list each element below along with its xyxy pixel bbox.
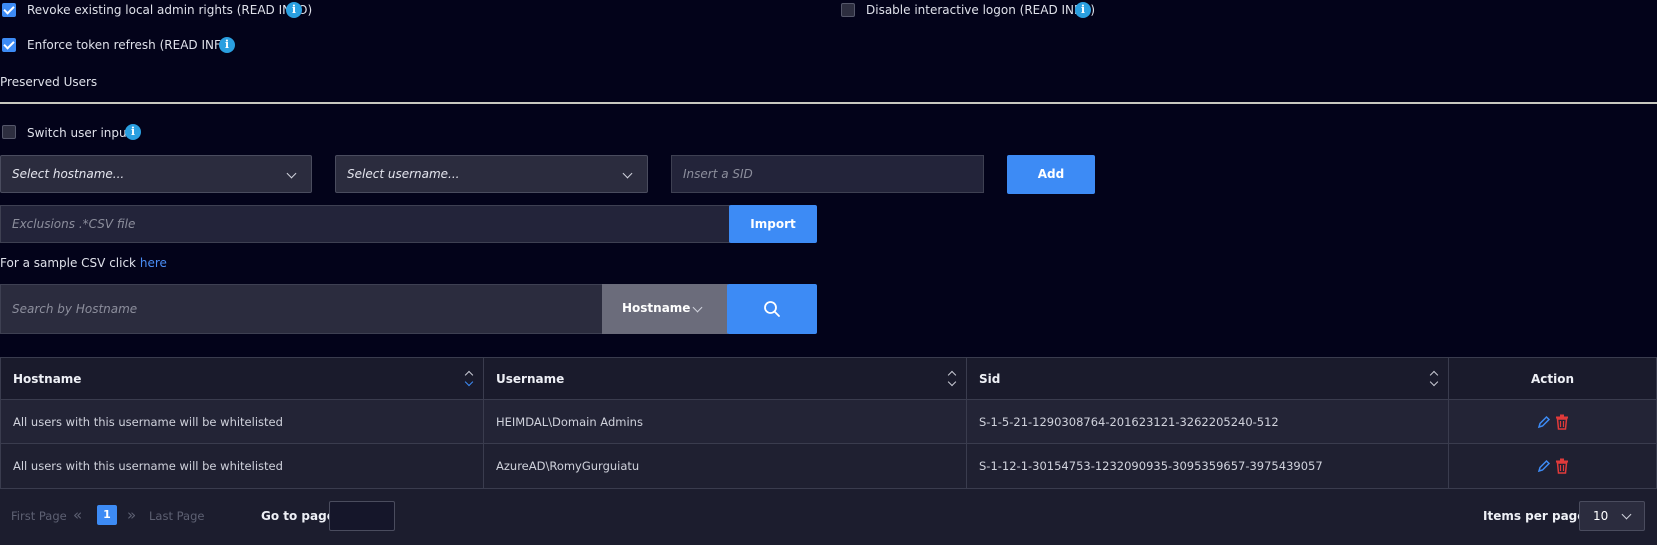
sort-icon[interactable] — [465, 371, 473, 387]
chevron-down-icon — [692, 302, 703, 313]
preserved-users-table: Hostname Username Sid Action All users w… — [0, 357, 1657, 489]
cell-username: AzureAD\RomyGurguiatu — [484, 444, 967, 488]
sid-input[interactable]: Insert a SID — [671, 155, 984, 193]
search-icon — [764, 301, 780, 317]
cell-hostname: All users with this username will be whi… — [1, 444, 484, 488]
sample-csv-prefix: For a sample CSV click — [0, 256, 137, 270]
switch-input-checkbox[interactable] — [2, 125, 16, 139]
hostname-select-placeholder: Select hostname... — [12, 167, 125, 181]
disable-logon-label: Disable interactive logon (READ INFO) — [866, 3, 1096, 17]
column-header-action: Action — [1449, 358, 1656, 399]
token-refresh-checkbox[interactable] — [2, 38, 16, 52]
table-header-row: Hostname Username Sid Action — [1, 358, 1656, 400]
add-button[interactable]: Add — [1007, 155, 1095, 194]
revoke-admin-label: Revoke existing local admin rights (READ… — [27, 3, 313, 17]
chevron-down-icon — [1621, 509, 1632, 520]
items-per-page-value: 10 — [1593, 509, 1609, 523]
csv-file-placeholder: Exclusions .*CSV file — [12, 217, 136, 231]
double-chevron-right-icon[interactable]: » — [127, 506, 136, 524]
cell-sid: S-1-12-1-30154753-1232090935-3095359657-… — [967, 444, 1449, 488]
info-icon[interactable]: i — [125, 124, 141, 140]
search-input-placeholder: Search by Hostname — [12, 302, 138, 316]
csv-file-input[interactable]: Exclusions .*CSV file — [0, 205, 730, 243]
section-title: Preserved Users — [0, 75, 98, 89]
username-select-placeholder: Select username... — [347, 167, 460, 181]
section-divider — [0, 102, 1657, 104]
table-row: All users with this username will be whi… — [1, 444, 1656, 488]
switch-input-label: Switch user input — [27, 126, 132, 140]
pagination-bar: First Page « 1 » Last Page Go to page: I… — [0, 489, 1657, 545]
token-refresh-label: Enforce token refresh (READ INFO) — [27, 38, 236, 52]
chevron-down-icon — [286, 168, 297, 179]
table-row: All users with this username will be whi… — [1, 400, 1656, 444]
revoke-admin-checkbox[interactable] — [2, 3, 16, 17]
column-header-label: Username — [496, 371, 565, 386]
disable-logon-checkbox[interactable] — [841, 3, 855, 17]
search-filter-select[interactable]: Hostname — [602, 284, 728, 334]
search-filter-value: Hostname — [622, 301, 691, 315]
search-input[interactable]: Search by Hostname — [0, 284, 603, 334]
cell-sid: S-1-5-21-1290308764-201623121-3262205240… — [967, 400, 1449, 443]
sort-icon[interactable] — [1430, 371, 1438, 387]
double-chevron-left-icon[interactable]: « — [73, 506, 82, 524]
last-page-link[interactable]: Last Page — [149, 509, 204, 523]
sample-csv-link[interactable]: here — [140, 256, 167, 270]
first-page-link[interactable]: First Page — [11, 509, 67, 523]
search-button[interactable] — [727, 284, 817, 334]
sample-csv-text: For a sample CSV click here — [0, 256, 167, 270]
chevron-down-icon — [622, 168, 633, 179]
column-header-label: Action — [1530, 371, 1575, 386]
cell-action — [1449, 400, 1656, 443]
items-per-page-label: Items per page: — [1483, 509, 1591, 523]
info-icon[interactable]: i — [286, 2, 302, 18]
column-header-sid[interactable]: Sid — [967, 358, 1449, 399]
items-per-page-select[interactable]: 10 — [1579, 501, 1645, 531]
delete-icon[interactable] — [1555, 458, 1569, 474]
info-icon[interactable]: i — [219, 37, 235, 53]
goto-page-input[interactable] — [329, 501, 395, 531]
column-header-label: Hostname — [13, 371, 82, 386]
sid-input-placeholder: Insert a SID — [683, 167, 753, 181]
page-number-button[interactable]: 1 — [97, 505, 117, 525]
column-header-label: Sid — [979, 371, 1001, 386]
delete-icon[interactable] — [1555, 414, 1569, 430]
info-icon[interactable]: i — [1075, 2, 1091, 18]
username-select[interactable]: Select username... — [335, 155, 648, 193]
hostname-select[interactable]: Select hostname... — [0, 155, 312, 193]
column-header-username[interactable]: Username — [484, 358, 967, 399]
import-button[interactable]: Import — [729, 205, 817, 243]
edit-icon[interactable] — [1537, 459, 1551, 473]
cell-hostname: All users with this username will be whi… — [1, 400, 484, 443]
cell-action — [1449, 444, 1656, 488]
edit-icon[interactable] — [1537, 415, 1551, 429]
goto-page-label: Go to page: — [261, 509, 340, 523]
column-header-hostname[interactable]: Hostname — [1, 358, 484, 399]
sort-icon[interactable] — [948, 371, 956, 387]
cell-username: HEIMDAL\Domain Admins — [484, 400, 967, 443]
